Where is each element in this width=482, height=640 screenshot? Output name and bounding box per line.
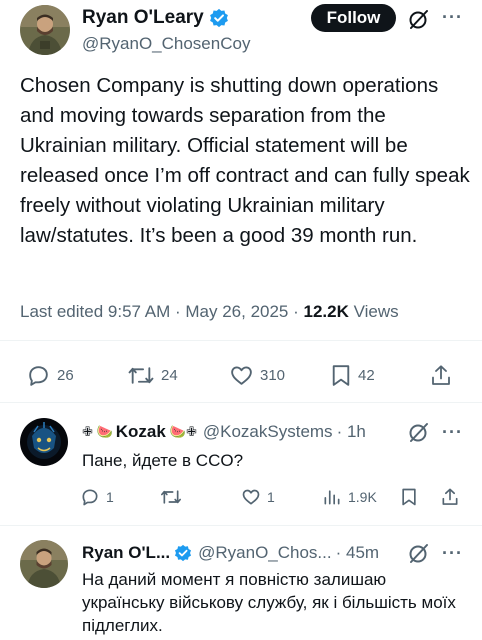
share-icon: [442, 488, 458, 505]
repost-button[interactable]: [160, 487, 188, 507]
reply-count: 26: [57, 366, 74, 384]
reply-avatar[interactable]: [20, 540, 68, 588]
divider: [0, 340, 482, 341]
reply-button[interactable]: 1: [80, 487, 114, 507]
views-label: Views: [348, 302, 399, 321]
author-avatar[interactable]: [20, 5, 70, 55]
reply-author-handle[interactable]: @RyanO_Chos...: [198, 542, 331, 564]
reply-time[interactable]: · 1h: [337, 421, 366, 443]
tweet-header: Ryan O'Leary @RyanO_ChosenCoy Follow ···: [0, 0, 482, 60]
grok-icon[interactable]: [408, 542, 430, 564]
verified-badge-icon: [209, 8, 228, 28]
author-name-row: Ryan O'Leary: [82, 6, 250, 30]
tweet-meta: Last edited 9:57 AM · May 26, 2025 · 12.…: [20, 300, 399, 324]
tweet-text: Chosen Company is shutting down operatio…: [20, 74, 470, 247]
reply-text: Пане, йдете в СCO?: [82, 451, 244, 470]
reply-count: 1: [106, 489, 114, 505]
follow-button[interactable]: Follow: [311, 4, 396, 32]
reply-text: На даний момент я повністю залишаю украї…: [82, 570, 456, 635]
reply-avatar[interactable]: [20, 418, 68, 466]
reply-author-name[interactable]: Kozak: [116, 421, 166, 443]
grok-icon[interactable]: [408, 421, 430, 443]
repost-icon: [160, 490, 181, 504]
author-handle[interactable]: @RyanO_ChosenCoy: [82, 32, 250, 56]
reply-author-handle[interactable]: @KozakSystems: [203, 421, 333, 443]
verified-badge-icon: [175, 544, 192, 562]
like-count: 310: [260, 366, 286, 384]
views-count: 1.9K: [348, 489, 377, 505]
like-button[interactable]: 1: [241, 487, 275, 507]
like-count: 1: [267, 489, 275, 505]
reply-button[interactable]: 26: [26, 363, 74, 388]
author-info: Ryan O'Leary @RyanO_ChosenCoy: [82, 6, 250, 56]
views-button[interactable]: 1.9K: [322, 487, 377, 507]
like-icon: [242, 489, 260, 505]
reply-header: ✙ 🍉 Kozak 🍉✙ @KozakSystems · 1h: [82, 421, 366, 443]
share-button[interactable]: [440, 487, 460, 507]
reply-icon: [82, 489, 98, 506]
views-count: 12.2K: [303, 302, 349, 321]
like-icon: [231, 366, 252, 385]
edited-timestamp[interactable]: Last edited 9:57 AM · May 26, 2025 ·: [20, 302, 304, 321]
views-icon: [324, 490, 340, 505]
share-icon: [432, 365, 450, 385]
author-name[interactable]: Ryan O'Leary: [82, 6, 204, 30]
bookmark-count: 42: [358, 366, 375, 384]
repost-button[interactable]: 24: [127, 363, 178, 388]
reply-time[interactable]: · 45m: [336, 542, 379, 564]
like-button[interactable]: 310: [229, 363, 285, 388]
more-options-icon[interactable]: ···: [442, 544, 463, 562]
repost-count: 24: [161, 366, 178, 384]
reply-header: Ryan O'L... @RyanO_Chos... · 45m: [82, 542, 379, 564]
share-button[interactable]: [429, 363, 453, 388]
bookmark-icon: [402, 488, 416, 506]
more-options-icon[interactable]: ···: [442, 8, 463, 26]
reply-icon: [29, 366, 48, 386]
divider: [0, 402, 482, 403]
bookmark-button[interactable]: 42: [330, 363, 375, 388]
bookmark-button[interactable]: [400, 487, 418, 507]
name-prefix-emoji: ✙ 🍉: [82, 424, 113, 439]
name-suffix-emoji: 🍉✙: [169, 424, 197, 439]
divider: [0, 525, 482, 526]
repost-icon: [128, 367, 154, 384]
reply-author-name[interactable]: Ryan O'L...: [82, 542, 170, 564]
grok-icon[interactable]: [408, 8, 430, 30]
bookmark-icon: [332, 365, 350, 386]
more-options-icon[interactable]: ···: [442, 423, 463, 441]
